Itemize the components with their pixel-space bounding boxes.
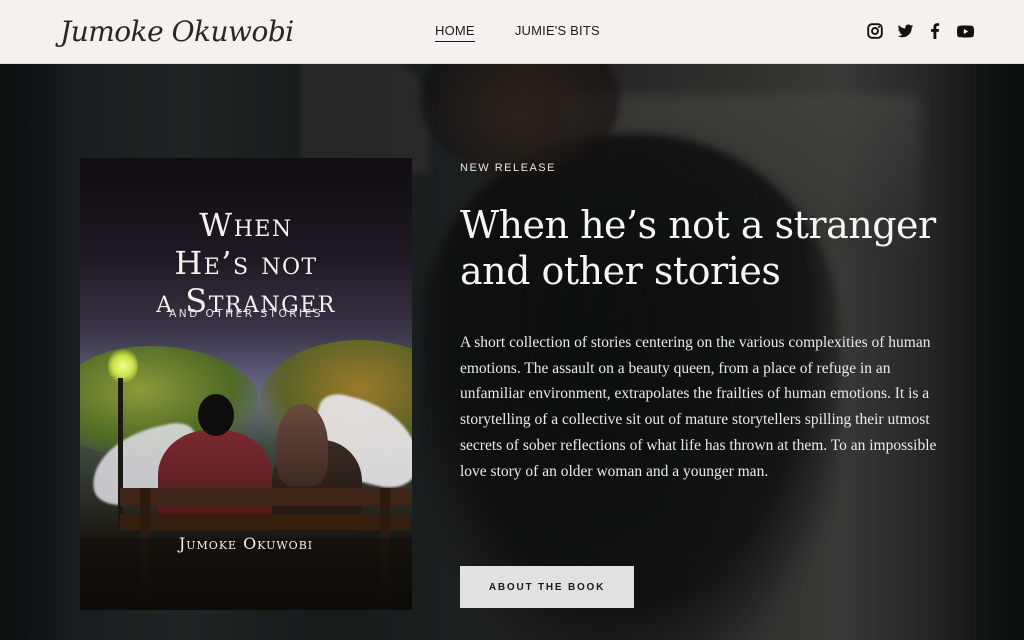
cover-bench-rail-top <box>120 488 410 506</box>
main-nav: HOME JUMIE'S BITS <box>435 22 600 42</box>
hero-section: When He’s not a Stranger AND OTHER STORI… <box>0 64 1024 640</box>
book-description: A short collection of stories centering … <box>460 334 937 480</box>
facebook-icon[interactable] <box>926 22 944 40</box>
book-cover-image[interactable]: When He’s not a Stranger AND OTHER STORI… <box>80 158 412 610</box>
cover-title-line: He’s not <box>174 244 318 282</box>
site-logo[interactable]: Jumoke Okuwobi <box>60 12 294 52</box>
cover-woman-hair <box>276 404 328 486</box>
about-the-book-button[interactable]: ABOUT THE BOOK <box>460 566 634 608</box>
site-header: Jumoke Okuwobi HOME JUMIE'S BITS <box>0 0 1024 64</box>
cover-bench-rail-bottom <box>120 514 410 530</box>
twitter-icon[interactable] <box>896 22 914 40</box>
cover-author: Jumoke Okuwobi <box>178 534 314 553</box>
cover-man-head <box>198 394 234 436</box>
social-links <box>866 22 974 40</box>
youtube-icon[interactable] <box>956 22 974 40</box>
cover-lamp-light <box>108 348 138 384</box>
cover-title-line: When <box>199 206 293 244</box>
book-title-heading: When he’s not a stranger and other stori… <box>460 203 936 293</box>
instagram-icon[interactable] <box>866 22 884 40</box>
cover-title: When He’s not a Stranger <box>80 206 412 320</box>
new-release-label: NEW RELEASE <box>460 162 556 174</box>
nav-item-home[interactable]: HOME <box>435 22 475 42</box>
nav-item-jumies-bits[interactable]: JUMIE'S BITS <box>515 22 600 42</box>
cover-subtitle: AND OTHER STORIES <box>169 308 323 320</box>
